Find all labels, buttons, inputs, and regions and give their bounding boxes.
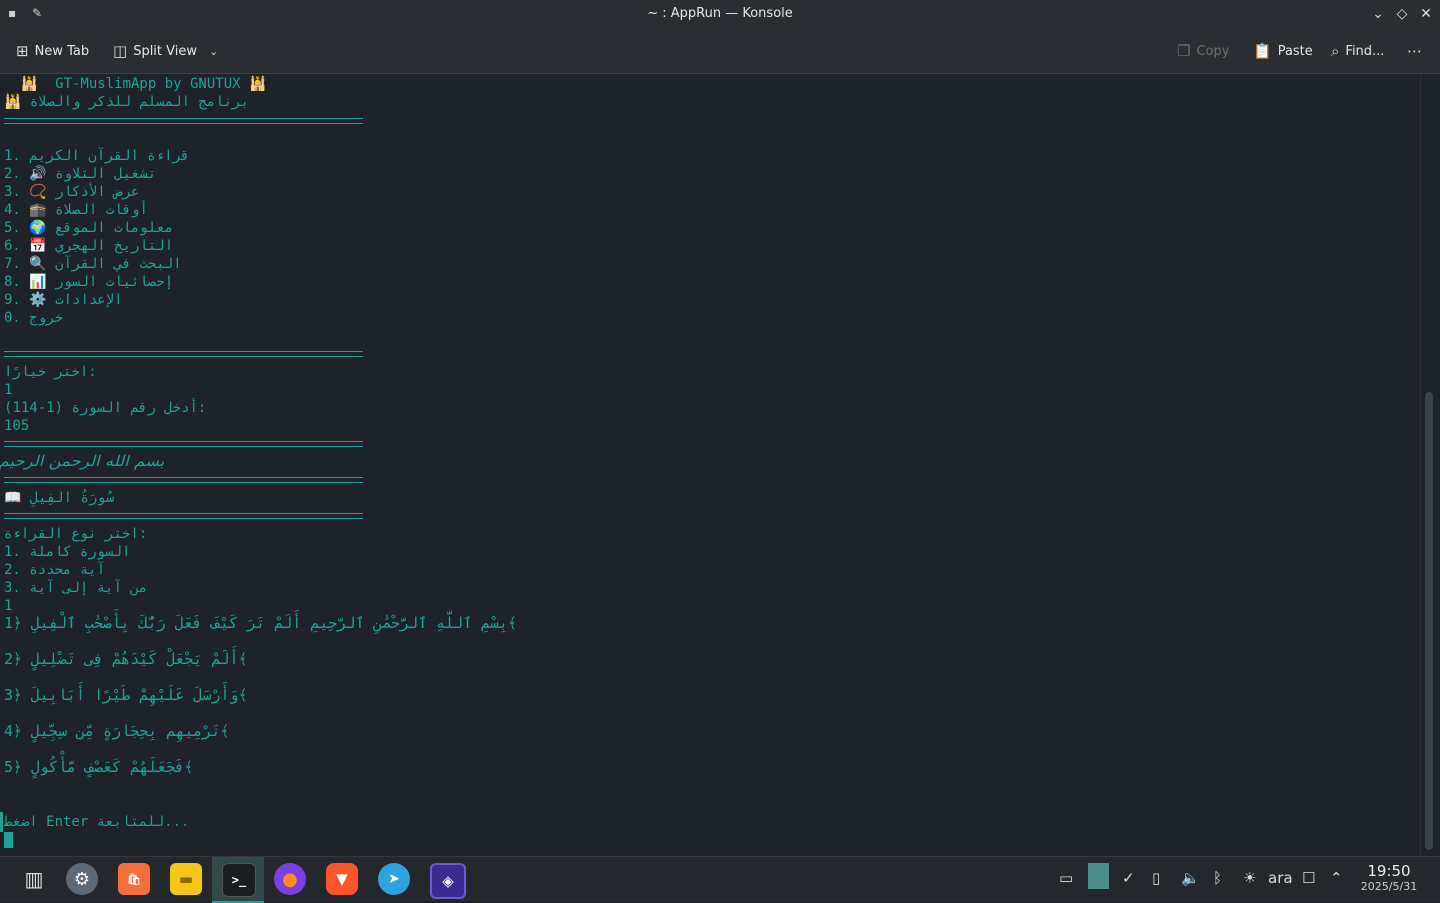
- selection-marker: [0, 812, 3, 832]
- reading-option: 1. السورة كاملة: [4, 544, 131, 560]
- verse-line: وَأَرْسَلَ عَلَيْهِمْ طَيْرًا أَبَابِيلَ…: [4, 686, 248, 704]
- minimize-button[interactable]: ⌄: [1368, 4, 1388, 24]
- new-tab-button[interactable]: ⊞ New Tab: [16, 40, 89, 62]
- show-desktop-icon[interactable]: ▭: [1059, 869, 1073, 887]
- menu-item: 9. ⚙️ الإعدادات: [4, 292, 123, 308]
- continue-prompt: اضغط Enter للمتابعة...: [4, 814, 190, 830]
- verse-line: تَرْمِيهِم بِحِجَارَةٍ مِّن سِجِّيلٍ ﴿4﴾: [4, 722, 230, 740]
- menu-item: 3. 📿 عرض الأذكار: [4, 184, 140, 200]
- copy-label: Copy: [1196, 43, 1230, 59]
- find-button[interactable]: ⌕ Find...: [1331, 40, 1384, 62]
- title-bar: ▪ ✎ ~ : AppRun — Konsole ⌄ ◇ ✕: [0, 0, 1440, 28]
- telegram-icon[interactable]: ➤: [378, 863, 410, 895]
- scrollbar-thumb[interactable]: [1425, 392, 1433, 850]
- choice-prompt: اختر خيارًا:: [4, 364, 97, 380]
- toolbar: ⊞ New Tab ◫ Split View ⌄ ❐ Copy 📋 Paste …: [0, 28, 1440, 74]
- notifications-icon[interactable]: ☐: [1302, 869, 1315, 887]
- more-menu-button[interactable]: ⋯: [1407, 40, 1422, 62]
- taskbar: ▥ ⚙ 🛍 ▬ >_ ● ▼ ➤ ◈ ▭ ✓ ▯ 🔈 ᛒ ☀ ara ☐ ⌃ 1…: [0, 856, 1440, 903]
- paste-label: Paste: [1277, 43, 1313, 59]
- volume-icon[interactable]: 🔈: [1181, 869, 1200, 887]
- menu-item: 4. 🕋 أوقات الصلاة: [4, 202, 148, 218]
- reading-prompt: اختر نوع القراءة:: [4, 526, 148, 542]
- close-button[interactable]: ✕: [1416, 4, 1436, 24]
- separator-line: [4, 477, 363, 483]
- screenshot-app-icon[interactable]: ◈: [430, 863, 466, 899]
- window-title: ~ : AppRun — Konsole: [647, 6, 793, 21]
- reading-option: 3. من آية إلى آية: [4, 580, 148, 596]
- terminal-view[interactable]: 🕌 GT-MuslimApp by GNUTUX 🕌 🕌 برنامج المس…: [0, 74, 1420, 856]
- clipboard-icon[interactable]: ▯: [1152, 869, 1160, 887]
- verse-line: بِسْمِ ٱللَّهِ ٱلرَّحْمَٰنِ ٱلرَّحِيمِ أ…: [4, 614, 517, 632]
- header-english: 🕌 GT-MuslimApp by GNUTUX 🕌: [4, 76, 267, 92]
- split-view-label: Split View: [133, 43, 197, 59]
- surah-input: 105: [4, 418, 30, 434]
- bluetooth-icon[interactable]: ᛒ: [1213, 869, 1222, 887]
- menu-item: 6. 📅 التاريخ الهجري: [4, 238, 174, 254]
- verse-line: أَلَمْ يَجْعَلْ كَيْدَهُمْ فِى تَضْلِيلٍ…: [4, 650, 248, 668]
- firefox-icon[interactable]: ●: [274, 863, 306, 895]
- terminal-cursor: [4, 832, 13, 848]
- surah-title: 📖 سُورَةُ الفِيلِ: [4, 490, 115, 506]
- find-label: Find...: [1345, 43, 1385, 59]
- software-store-icon[interactable]: 🛍: [118, 863, 150, 895]
- reading-input: 1: [4, 598, 13, 614]
- new-tab-icon: ⊞: [16, 42, 29, 60]
- menu-item: 8. 📊 إحصائيات السور: [4, 274, 174, 290]
- paste-button[interactable]: 📋 Paste: [1253, 40, 1313, 62]
- more-options-icon: ⋯: [1407, 42, 1422, 60]
- split-view-button[interactable]: ◫ Split View ⌄: [113, 40, 218, 62]
- split-view-icon: ◫: [113, 42, 128, 60]
- surah-prompt: أدخل رقم السورة (1-114):: [4, 400, 207, 416]
- menu-item: 7. 🔍 البحث في القرآن: [4, 256, 182, 272]
- separator-line: [4, 118, 363, 124]
- paste-icon: 📋: [1253, 42, 1272, 60]
- menu-item: 5. 🌍 معلومات الموقع: [4, 220, 174, 236]
- system-settings-icon[interactable]: ⚙: [66, 863, 98, 895]
- separator-line: [4, 513, 363, 519]
- copy-button[interactable]: ❐ Copy: [1177, 40, 1229, 62]
- pager-icon[interactable]: [1088, 863, 1109, 889]
- brave-icon[interactable]: ▼: [326, 863, 358, 895]
- copy-icon: ❐: [1177, 42, 1191, 60]
- app-launcher-icon[interactable]: ▥: [18, 863, 50, 895]
- clock-date[interactable]: 2025/5/31: [1358, 880, 1420, 893]
- night-light-icon[interactable]: ☀: [1243, 869, 1256, 887]
- keyboard-layout-indicator[interactable]: ara: [1268, 869, 1293, 887]
- separator-line: [4, 351, 363, 357]
- reading-option: 2. آية محددة: [4, 562, 106, 578]
- header-arabic: 🕌 برنامج المسلم للذكر والصلاة: [4, 94, 250, 110]
- verse-line: فَجَعَلَهُمْ كَعَصْفٍ مَّأْكُولٍ ﴿5﴾: [4, 758, 194, 776]
- menu-item: 2. 🔊 تشغيل التلاوة: [4, 166, 157, 182]
- chevron-down-icon[interactable]: ⌄: [209, 45, 218, 58]
- basmala-calligraphy: بسم الله الرحمن الرحيم: [0, 452, 165, 470]
- choice-input: 1: [4, 382, 13, 398]
- chevron-up-icon[interactable]: ⌃: [1330, 869, 1343, 887]
- search-icon: ⌕: [1331, 42, 1340, 60]
- maximize-button[interactable]: ◇: [1392, 4, 1412, 24]
- clock-time[interactable]: 19:50: [1358, 862, 1420, 880]
- new-tab-label: New Tab: [34, 43, 90, 59]
- menu-item: 1. قراءة القرآن الكريم: [4, 148, 190, 164]
- file-manager-icon[interactable]: ▬: [170, 863, 202, 895]
- konsole-icon[interactable]: >_: [222, 863, 256, 897]
- menu-item: 0. خروج: [4, 310, 64, 326]
- check-status-icon[interactable]: ✓: [1122, 869, 1135, 887]
- separator-line: [4, 441, 363, 447]
